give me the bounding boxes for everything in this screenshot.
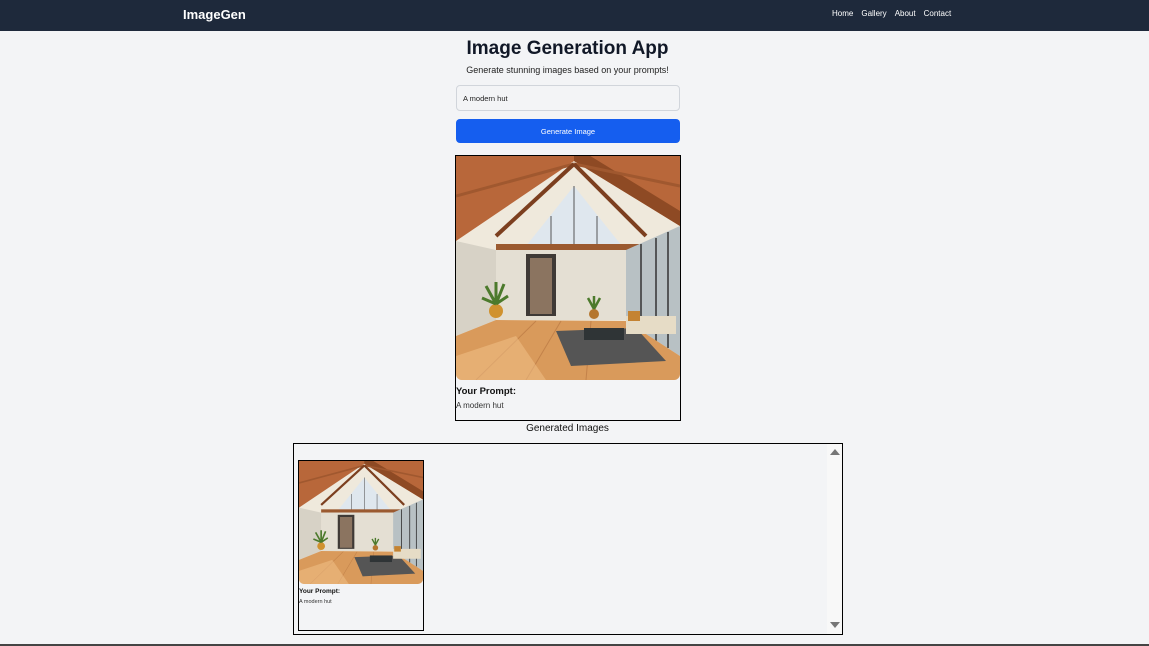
- page-title: Image Generation App: [466, 38, 669, 59]
- gallery-item-image: [299, 461, 423, 584]
- top-navbar: ImageGen Home Gallery About Contact: [0, 0, 1149, 31]
- gallery-item-prompt-label: Your Prompt:: [299, 588, 341, 595]
- generate-image-button[interactable]: Generate Image: [456, 119, 680, 143]
- nav-link-contact[interactable]: Contact: [924, 9, 952, 18]
- prompt-text: A modern hut: [456, 401, 504, 410]
- brand-logo[interactable]: ImageGen: [183, 7, 246, 22]
- prompt-input[interactable]: [456, 85, 680, 111]
- generated-image-card: Your Prompt: A modern hut: [455, 155, 681, 421]
- generated-image: [456, 156, 680, 380]
- gallery-scrollbar[interactable]: [827, 444, 842, 634]
- prompt-label: Your Prompt:: [456, 386, 516, 397]
- scroll-down-arrow-icon[interactable]: [830, 622, 840, 628]
- gallery-item[interactable]: Your Prompt: A modern hut: [298, 460, 424, 631]
- scroll-up-arrow-icon[interactable]: [830, 449, 840, 455]
- nav-links: Home Gallery About Contact: [832, 9, 951, 18]
- nav-link-about[interactable]: About: [895, 9, 916, 18]
- nav-link-gallery[interactable]: Gallery: [861, 9, 886, 18]
- page-subtitle: Generate stunning images based on your p…: [466, 65, 669, 75]
- gallery-container[interactable]: Your Prompt: A modern hut: [293, 443, 843, 635]
- gallery-title: Generated Images: [526, 423, 609, 434]
- gallery-item-prompt-text: A modern hut: [299, 599, 332, 605]
- nav-link-home[interactable]: Home: [832, 9, 853, 18]
